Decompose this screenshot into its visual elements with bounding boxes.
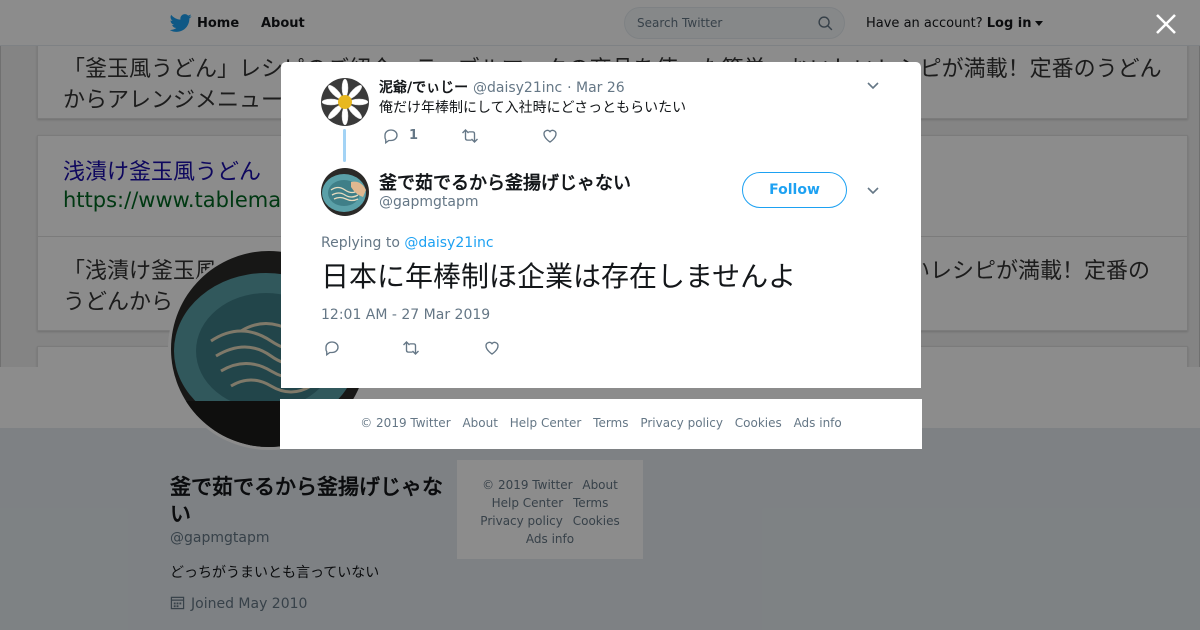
footer-cookies-link[interactable]: Cookies bbox=[735, 416, 782, 430]
heart-icon[interactable] bbox=[483, 339, 501, 357]
parent-author-handle[interactable]: @daisy21inc bbox=[473, 80, 562, 96]
footer-copyright: © 2019 Twitter bbox=[360, 416, 451, 430]
tweet-timestamp[interactable]: 12:01 AM - 27 Mar 2019 bbox=[321, 307, 490, 323]
daisy-avatar-image bbox=[321, 78, 369, 126]
close-icon[interactable] bbox=[1154, 12, 1178, 36]
footer-about-link[interactable]: About bbox=[462, 416, 497, 430]
author-name[interactable]: 釜で茹でるから釜揚げじゃない bbox=[379, 169, 631, 195]
footer-help-link[interactable]: Help Center bbox=[510, 416, 582, 430]
footer-terms-link[interactable]: Terms bbox=[593, 416, 628, 430]
replying-to: Replying to @daisy21inc bbox=[321, 235, 494, 251]
reply-count: 1 bbox=[409, 128, 419, 143]
parent-tweet-date[interactable]: · Mar 26 bbox=[567, 80, 625, 96]
chevron-down-icon[interactable] bbox=[866, 79, 880, 93]
reply-icon[interactable] bbox=[382, 127, 400, 145]
thread-connector-line bbox=[343, 129, 346, 162]
author-avatar[interactable] bbox=[321, 168, 369, 216]
tweet-text: 日本に年棒制ほ企業は存在しませんよ bbox=[321, 260, 797, 293]
parent-avatar[interactable] bbox=[321, 78, 369, 126]
chevron-down-icon[interactable] bbox=[866, 184, 880, 198]
replying-prefix: Replying to bbox=[321, 235, 400, 251]
tweet-modal: 泥爺/でぃじー @daisy21inc · Mar 26 俺だけ年棒制にして入社… bbox=[281, 62, 921, 388]
retweet-icon[interactable] bbox=[402, 339, 420, 357]
noodle-avatar-image bbox=[321, 168, 369, 216]
footer-privacy-link[interactable]: Privacy policy bbox=[640, 416, 723, 430]
follow-button[interactable]: Follow bbox=[742, 172, 847, 208]
parent-author-name[interactable]: 泥爺/でぃじー bbox=[379, 80, 468, 96]
retweet-icon[interactable] bbox=[461, 127, 479, 145]
footer-ads-link[interactable]: Ads info bbox=[794, 416, 842, 430]
replying-handle-link[interactable]: @daisy21inc bbox=[404, 235, 493, 251]
modal-footer: © 2019 Twitter About Help Center Terms P… bbox=[280, 399, 922, 449]
parent-tweet-header: 泥爺/でぃじー @daisy21inc · Mar 26 bbox=[379, 77, 625, 97]
author-handle[interactable]: @gapmgtapm bbox=[379, 194, 478, 210]
heart-icon[interactable] bbox=[541, 127, 559, 145]
reply-icon[interactable] bbox=[323, 339, 341, 357]
parent-tweet-text: 俺だけ年棒制にして入社時にどさっともらいたい bbox=[379, 100, 687, 116]
